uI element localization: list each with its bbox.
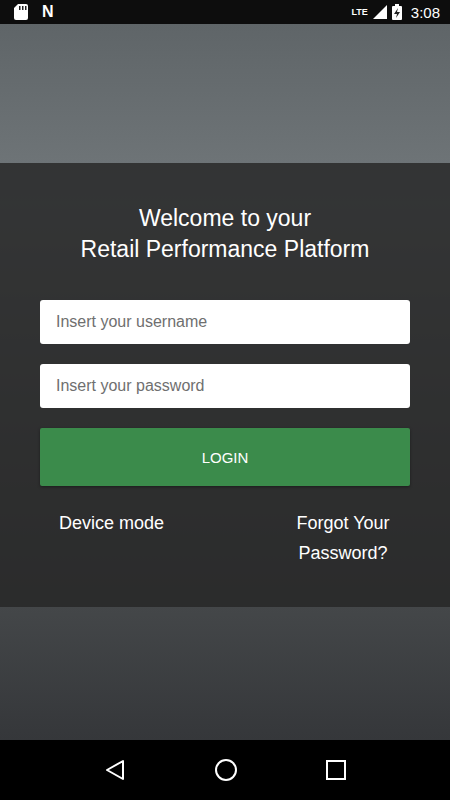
home-icon[interactable]	[214, 758, 238, 782]
login-screen: N LTE 3:08 Welcome to yourRetail Performanc…	[0, 0, 450, 800]
clock: 3:08	[411, 4, 440, 21]
signal-icon	[373, 5, 387, 19]
login-form: LOGIN	[40, 300, 410, 486]
forgot-password-link[interactable]: Forgot Your Password?	[284, 508, 402, 568]
login-panel: Welcome to yourRetail Performance Platfo…	[0, 163, 450, 607]
login-button[interactable]: LOGIN	[40, 428, 410, 486]
password-field[interactable]	[40, 364, 410, 408]
links-row: Device mode Forgot Your Password?	[40, 508, 410, 568]
recents-icon[interactable]	[326, 760, 346, 780]
notification-badge: N	[42, 4, 54, 20]
welcome-title: Welcome to yourRetail Performance Platfo…	[40, 203, 410, 265]
title-line: Welcome to your	[40, 203, 410, 234]
sd-card-icon	[14, 4, 28, 20]
background-photo: Welcome to yourRetail Performance Platfo…	[0, 24, 450, 740]
navigation-bar	[0, 740, 450, 800]
device-mode-link[interactable]: Device mode	[40, 508, 164, 538]
battery-icon	[392, 4, 402, 20]
status-bar: N LTE 3:08	[0, 0, 450, 24]
back-icon[interactable]	[104, 759, 126, 781]
username-field[interactable]	[40, 300, 410, 344]
network-label: LTE	[351, 7, 367, 17]
title-line: Retail Performance Platform	[40, 234, 410, 265]
